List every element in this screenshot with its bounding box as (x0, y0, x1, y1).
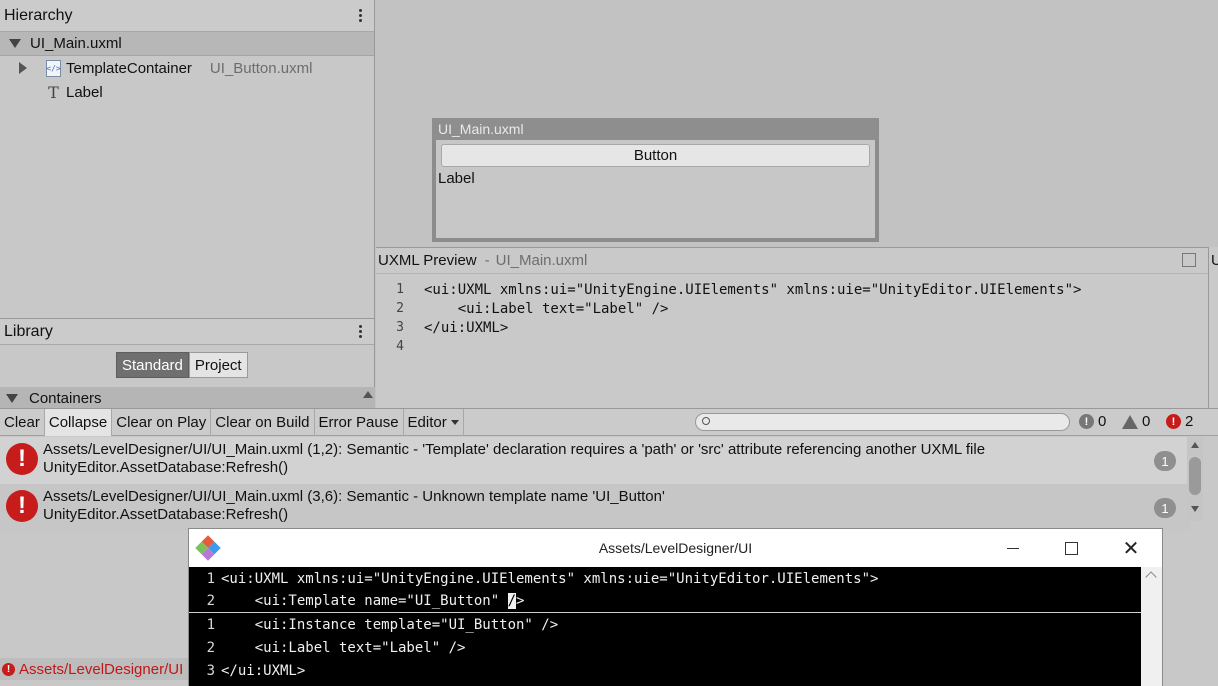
minimize-icon (1007, 547, 1019, 549)
scroll-thumb[interactable] (1189, 457, 1201, 495)
error-icon: ! (1166, 414, 1181, 429)
library-menu-icon[interactable] (358, 325, 362, 338)
code-line: 2 <ui:Label text="Label" /> (206, 639, 466, 656)
scroll-up-icon[interactable] (1191, 442, 1199, 448)
editor-title: Assets/LevelDesigner/UI (598, 540, 753, 556)
tree-item-label-element[interactable]: T Label (0, 80, 374, 104)
tab-project[interactable]: Project (188, 352, 248, 378)
log-message: Assets/LevelDesigner/UI/UI_Main.uxml (3,… (43, 488, 665, 505)
inspector-tab-label: U (1211, 252, 1218, 269)
inspector-tab-sliver[interactable]: U (1208, 247, 1218, 408)
expand-triangle-icon[interactable] (19, 62, 27, 74)
uxml-preview-header: UXML Preview - UI_Main.uxml (376, 248, 1208, 274)
status-text: Assets/LevelDesigner/UI (19, 660, 184, 678)
tree-item-label: TemplateContainer (66, 59, 192, 77)
editor-dropdown[interactable]: Editor (404, 408, 464, 436)
uxml-file-icon: </> (46, 59, 61, 77)
log-entry[interactable]: ! Assets/LevelDesigner/UI/UI_Main.uxml (… (0, 484, 1190, 531)
clear-on-build-button[interactable]: Clear on Build (211, 408, 315, 436)
open-external-icon[interactable] (1182, 253, 1196, 267)
app-logo-icon (195, 535, 221, 561)
error-count: 2 (1185, 413, 1194, 430)
console-search-input[interactable] (695, 413, 1070, 431)
document-name: UI_Main.uxml (30, 35, 122, 52)
log-count-badge: 1 (1154, 498, 1176, 518)
clear-on-play-button[interactable]: Clear on Play (112, 408, 212, 436)
uxml-preview-file: UI_Main.uxml (495, 252, 588, 269)
log-entry[interactable]: ! Assets/LevelDesigner/UI/UI_Main.uxml (… (0, 437, 1190, 484)
uxml-preview-separator: - (484, 252, 490, 269)
warning-icon (1122, 414, 1138, 429)
preview-line: 2 <ui:Label text="Label" /> (396, 301, 669, 317)
chevron-down-icon (450, 419, 459, 425)
preview-line: 3 </ui:UXML> (396, 320, 509, 336)
hierarchy-title: Hierarchy (4, 6, 73, 24)
editor-scrollbar[interactable] (1141, 567, 1162, 686)
clear-button[interactable]: Clear (0, 408, 45, 436)
error-pause-button[interactable]: Error Pause (315, 408, 404, 436)
log-message: Assets/LevelDesigner/UI/UI_Main.uxml (1,… (43, 441, 986, 458)
hierarchy-panel: Hierarchy UI_Main.uxml </> TemplateConta… (0, 0, 375, 318)
text-cursor: / (507, 593, 517, 609)
hierarchy-header: Hierarchy (0, 0, 374, 32)
console-scrollbar[interactable] (1187, 437, 1203, 521)
info-count: 0 (1098, 413, 1107, 430)
maximize-button[interactable] (1042, 529, 1100, 567)
library-header: Library (0, 319, 374, 345)
warning-count-toggle[interactable]: 0 (1122, 413, 1150, 430)
close-button[interactable]: ✕ (1102, 529, 1160, 567)
code-line: 3 </ui:UXML> (206, 662, 306, 679)
log-stack: UnityEditor.AssetDatabase:Refresh() (43, 459, 289, 476)
section-title: Containers (29, 389, 102, 407)
hierarchy-menu-icon[interactable] (358, 9, 362, 22)
error-icon: ! (6, 490, 38, 522)
editor-text-area[interactable]: 1 <ui:UXML xmlns:ui="UnityEngine.UIElemen… (189, 567, 1141, 686)
editor-dropdown-label: Editor (407, 413, 447, 431)
code-line: 1 <ui:Instance template="UI_Button" /> (206, 616, 559, 633)
close-icon: ✕ (1122, 537, 1140, 560)
uxml-preview-title: UXML Preview (378, 252, 477, 269)
scroll-up-icon[interactable] (363, 391, 373, 398)
collapse-triangle-icon[interactable] (6, 393, 18, 403)
info-count-toggle[interactable]: ! 0 (1079, 413, 1106, 430)
tab-standard[interactable]: Standard (116, 352, 189, 378)
canvas-button[interactable]: Button (441, 144, 870, 167)
uxml-preview-panel: UXML Preview - UI_Main.uxml 1 <ui:UXML xm… (376, 247, 1208, 408)
log-stack: UnityEditor.AssetDatabase:Refresh() (43, 506, 289, 523)
code-line: 1 <ui:UXML xmlns:ui="UnityEngine.UIElemen… (206, 570, 879, 587)
preview-line: 1 <ui:UXML xmlns:ui="UnityEngine.UIElemen… (396, 282, 1082, 298)
status-bar[interactable]: ! Assets/LevelDesigner/UI (0, 658, 200, 680)
scroll-down-icon[interactable] (1191, 506, 1199, 512)
tree-item-source: UI_Button.uxml (209, 59, 313, 77)
hierarchy-document-row[interactable]: UI_Main.uxml (0, 32, 374, 56)
collapse-button[interactable]: Collapse (44, 408, 113, 436)
log-count-badge: 1 (1154, 451, 1176, 471)
tree-item-template-container[interactable]: </> TemplateContainer UI_Button.uxml (0, 56, 374, 80)
error-count-toggle[interactable]: ! 2 (1166, 413, 1193, 430)
canvas-title: UI_Main.uxml (432, 118, 879, 140)
warning-count: 0 (1142, 413, 1151, 430)
code-line-current: 2 <ui:Template name="UI_Button" / > (189, 590, 1141, 613)
minimize-button[interactable] (984, 529, 1042, 567)
editor-titlebar[interactable]: Assets/LevelDesigner/UI ✕ (189, 529, 1162, 567)
text-type-icon: T (48, 82, 59, 102)
library-tabs: Standard Project (116, 352, 248, 378)
library-panel: Library Standard Project Containers (0, 318, 375, 409)
info-icon: ! (1079, 414, 1094, 429)
collapse-triangle-icon[interactable] (9, 39, 21, 48)
error-icon: ! (2, 662, 15, 676)
editor-window: Assets/LevelDesigner/UI ✕ 1 <ui:UXML xmln… (188, 528, 1163, 686)
scroll-up-icon[interactable] (1145, 571, 1157, 583)
maximize-icon (1064, 541, 1078, 555)
preview-line: 4 (396, 339, 404, 354)
library-title: Library (4, 322, 53, 340)
containers-section[interactable]: Containers (0, 387, 375, 409)
tree-item-label: Label (66, 83, 103, 101)
error-icon: ! (6, 443, 38, 475)
canvas-label[interactable]: Label (438, 170, 475, 187)
search-icon (702, 417, 710, 425)
